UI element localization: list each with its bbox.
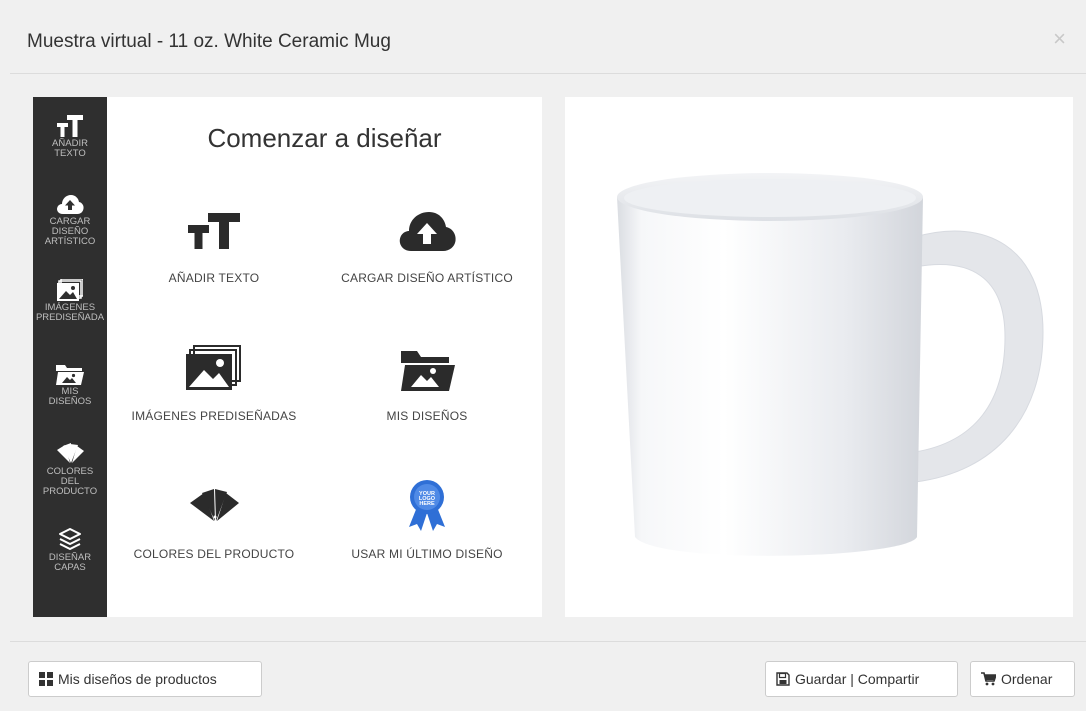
order-button[interactable]: Ordenar <box>970 661 1075 697</box>
text-size-icon <box>57 115 83 137</box>
option-clipart[interactable]: IMÁGENES PREDISEÑADAS <box>114 339 314 423</box>
sidebar-item-label: CARGAR DISEÑO ARTÍSTICO <box>44 216 96 247</box>
sidebar-item-add-text[interactable]: AÑADIR TEXTO <box>33 115 107 159</box>
sidebar-item-label: MIS DISEÑOS <box>48 386 92 407</box>
images-icon <box>186 345 241 390</box>
folder-image-icon <box>401 351 455 391</box>
layers-icon <box>59 528 81 550</box>
option-label: USAR MI ÚLTIMO DISEÑO <box>351 547 503 561</box>
button-label: Guardar | Compartir <box>795 671 920 687</box>
design-modal: Muestra virtual - 11 oz. White Ceramic M… <box>10 10 1086 711</box>
white-mug-image <box>617 173 1044 556</box>
folder-image-icon <box>56 365 84 385</box>
sidebar-item-upload-artwork[interactable]: CARGAR DISEÑO ARTÍSTICO <box>33 193 107 247</box>
save-share-button[interactable]: Guardar | Compartir <box>765 661 958 697</box>
swatches-icon <box>190 489 239 521</box>
option-use-last-design[interactable]: YOUR LOGO HERE USAR MI ÚLTIMO DISEÑO <box>327 477 527 561</box>
option-label: MIS DISEÑOS <box>386 409 468 423</box>
cloud-upload-icon <box>399 212 456 251</box>
close-button[interactable]: × <box>1053 28 1066 50</box>
modal-title: Muestra virtual - 11 oz. White Ceramic M… <box>27 31 391 52</box>
sidebar-item-clipart[interactable]: IMÁGENES PREDISEÑADA <box>33 279 107 323</box>
my-product-designs-button[interactable]: Mis diseños de productos <box>28 661 262 697</box>
option-add-text[interactable]: AÑADIR TEXTO <box>114 201 314 285</box>
button-label: Ordenar <box>1001 671 1053 687</box>
tool-sidebar: AÑADIR TEXTO CARGAR DISEÑO ARTÍSTICO IMÁ… <box>33 97 107 617</box>
svg-text:HERE: HERE <box>419 501 435 507</box>
sidebar-item-label: DISEÑAR CAPAS <box>48 552 92 573</box>
text-size-icon <box>188 213 240 249</box>
footer-divider <box>10 641 1086 642</box>
option-product-colors[interactable]: COLORES DEL PRODUCTO <box>114 477 314 561</box>
award-ribbon-icon: YOUR LOGO HERE <box>409 480 445 531</box>
modal-header: Muestra virtual - 11 oz. White Ceramic M… <box>10 10 1086 74</box>
sidebar-item-label: AÑADIR TEXTO <box>52 138 88 159</box>
start-design-panel: Comenzar a diseñar AÑADIR TEXTO CARGAR D… <box>107 97 542 617</box>
product-preview-panel <box>565 97 1073 617</box>
option-label: COLORES DEL PRODUCTO <box>133 547 295 561</box>
sidebar-item-design-layers[interactable]: DISEÑAR CAPAS <box>33 527 107 573</box>
sidebar-item-label: IMÁGENES PREDISEÑADA <box>35 302 105 323</box>
panel-title: Comenzar a diseñar <box>207 123 442 153</box>
sidebar-item-label: COLORES DEL PRODUCTO <box>42 466 98 497</box>
option-upload-artwork[interactable]: CARGAR DISEÑO ARTÍSTICO <box>327 201 527 285</box>
cloud-upload-icon <box>57 195 84 214</box>
swatches-icon <box>57 443 84 463</box>
sidebar-item-product-colors[interactable]: COLORES DEL PRODUCTO <box>33 443 107 497</box>
cart-icon <box>981 672 996 686</box>
images-icon <box>57 279 83 301</box>
sidebar-item-my-designs[interactable]: MIS DISEÑOS <box>33 363 107 407</box>
save-icon <box>776 672 790 686</box>
grid-icon <box>39 672 53 686</box>
option-my-designs[interactable]: MIS DISEÑOS <box>327 339 527 423</box>
option-label: CARGAR DISEÑO ARTÍSTICO <box>341 271 513 285</box>
button-label: Mis diseños de productos <box>58 671 217 687</box>
option-label: AÑADIR TEXTO <box>168 271 260 285</box>
option-label: IMÁGENES PREDISEÑADAS <box>131 409 297 423</box>
